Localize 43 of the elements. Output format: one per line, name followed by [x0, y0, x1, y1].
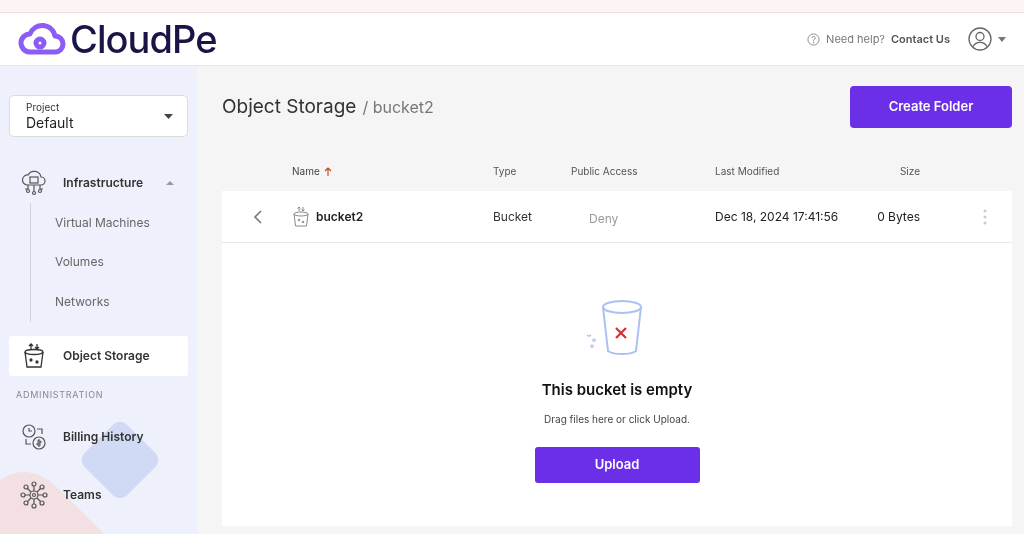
sort-up-arrow-icon[interactable] [323, 166, 332, 176]
table-cell: bucket2 [316, 207, 364, 226]
column-header[interactable]: Name [292, 163, 320, 179]
logo-text: CloudPe [70, 20, 217, 58]
nav-item[interactable]: Teams [9, 475, 188, 515]
section-label: ADMINISTRATION [15, 387, 105, 401]
dropdown-caret-icon [164, 113, 173, 119]
nav-item[interactable]: Object Storage [9, 335, 188, 376]
upload-button[interactable]: Upload [534, 446, 700, 483]
column-header[interactable]: Public Access [571, 163, 638, 179]
nav-subitem[interactable]: Virtual Machines [55, 203, 188, 243]
nav-item[interactable]: Billing History [9, 417, 188, 457]
help-icon [807, 32, 821, 46]
bucket-icon [292, 205, 310, 228]
help-text: Need help? [826, 30, 885, 48]
nav-item[interactable]: Infrastructure [9, 163, 188, 203]
table-row[interactable]: bucket2 Bucket Deny Dec 18, 2024 17:41:56 0 Bytes [222, 191, 1012, 243]
empty-hint: Drag files here or click Upload. [544, 411, 690, 427]
user-avatar-icon[interactable] [968, 27, 992, 51]
table-cell-text: Bucket [493, 207, 534, 226]
empty-title: This bucket is empty [541, 379, 693, 401]
contact-link[interactable]: Contact Us [891, 30, 950, 48]
network-hub-icon [19, 480, 49, 510]
table-cell-text: Dec 18, 2024 17:41:56 [715, 207, 840, 226]
caret-icon[interactable] [998, 36, 1006, 42]
clock-coin-icon [19, 422, 49, 452]
collapse-caret-icon[interactable] [166, 181, 174, 185]
breadcrumb-text: / bucket2 [362, 95, 434, 119]
project-value: Default [26, 113, 74, 132]
column-header[interactable]: Type [493, 163, 517, 179]
nav-subitem[interactable]: Networks [55, 282, 188, 322]
project-select[interactable]: Project Default [9, 95, 188, 137]
back-chevron-icon[interactable] [252, 209, 262, 224]
cloud-logo-icon [18, 22, 66, 56]
table-cell-text: 0 Bytes [876, 207, 920, 226]
column-header[interactable]: Last Modified [715, 163, 780, 179]
nav-subitem[interactable]: Volumes [55, 242, 188, 282]
page-title: Object Storage [222, 93, 357, 120]
create-folder-button[interactable]: Create Folder [850, 86, 1012, 128]
cloud-network-icon [19, 168, 49, 198]
table-cell: Deny [589, 210, 619, 226]
project-label: Project [26, 100, 61, 114]
column-header[interactable]: Size [899, 163, 920, 179]
